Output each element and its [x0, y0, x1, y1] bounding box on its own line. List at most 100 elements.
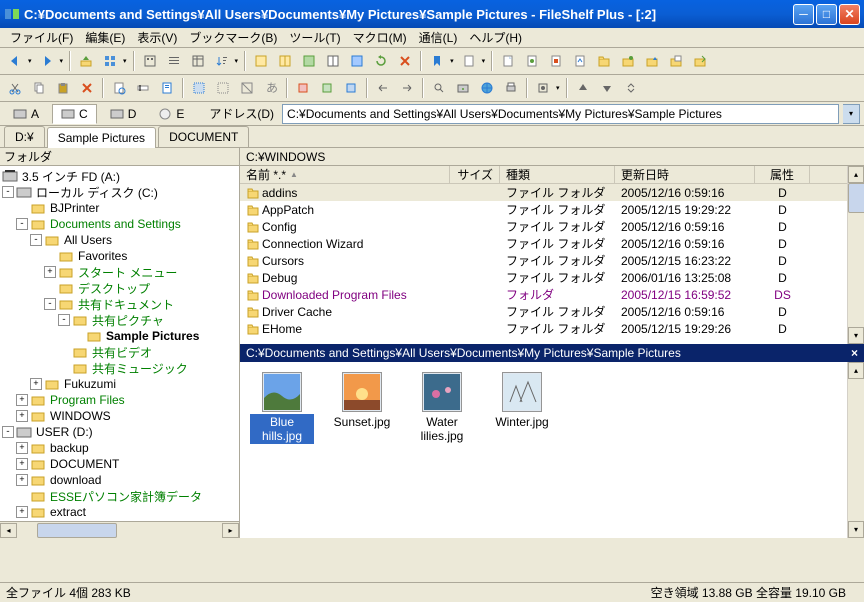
panel-2-button[interactable]: [274, 50, 296, 72]
scroll-right[interactable]: ▸: [222, 523, 239, 538]
folder-tree[interactable]: 3.5 インチ FD (A:) - ローカル ディスク (C:) BJPrinte…: [0, 166, 239, 521]
thumbnail-view[interactable]: Blue hills.jpg Sunset.jpg Water lilies.j…: [240, 362, 847, 538]
tree-toggle[interactable]: -: [44, 298, 56, 310]
select-all-button[interactable]: [188, 77, 210, 99]
network-button[interactable]: [476, 77, 498, 99]
thumb-winter[interactable]: Winter.jpg: [490, 372, 554, 430]
bookmark-dropdown[interactable]: ▾: [448, 57, 456, 65]
search-button[interactable]: [428, 77, 450, 99]
forward-dropdown[interactable]: ▾: [58, 57, 66, 65]
tree-sharedpics[interactable]: 共有ピクチャ: [90, 312, 166, 329]
list-row[interactable]: AppPatchファイル フォルダ2005/12/15 19:29:22D: [240, 201, 847, 218]
list-row[interactable]: Connection Wizardファイル フォルダ2005/12/16 0:5…: [240, 235, 847, 252]
tab-2[interactable]: Sample Pictures: [47, 127, 156, 148]
tree-toggle[interactable]: +: [16, 458, 28, 470]
filter-1-button[interactable]: [292, 77, 314, 99]
filter-2-button[interactable]: [316, 77, 338, 99]
tree-toggle[interactable]: -: [2, 186, 14, 198]
maximize-button[interactable]: □: [816, 4, 837, 25]
back-dropdown[interactable]: ▾: [26, 57, 34, 65]
back-button[interactable]: [4, 50, 26, 72]
select-ext-button[interactable]: あ: [260, 77, 282, 99]
menu-help[interactable]: ヘルプ(H): [463, 27, 528, 48]
folder-up-icon[interactable]: [641, 50, 663, 72]
tree-bjprinter[interactable]: BJPrinter: [48, 201, 101, 215]
bookmark-button[interactable]: [426, 50, 448, 72]
tree-toggle[interactable]: -: [58, 314, 70, 326]
view-icons-button[interactable]: [139, 50, 161, 72]
arrow-up-button[interactable]: [572, 77, 594, 99]
folder-open-icon[interactable]: [617, 50, 639, 72]
close-pane-icon[interactable]: ×: [851, 346, 858, 360]
tree-toggle[interactable]: +: [16, 506, 28, 518]
paste-button[interactable]: [52, 77, 74, 99]
tree-fd[interactable]: 3.5 インチ FD (A:): [20, 168, 122, 185]
tree-samplepics[interactable]: Sample Pictures: [104, 329, 201, 343]
tree-toggle[interactable]: -: [2, 426, 14, 438]
tree-toggle[interactable]: +: [30, 378, 42, 390]
tree-backup[interactable]: backup: [48, 441, 91, 455]
col-name[interactable]: 名前 *.*▲: [240, 166, 450, 183]
tree-shareddocs[interactable]: 共有ドキュメント: [76, 296, 176, 313]
tree-toggle[interactable]: +: [16, 474, 28, 486]
minimize-button[interactable]: ─: [793, 4, 814, 25]
drive-c-tab[interactable]: C: [52, 104, 97, 124]
thumb-bluehills[interactable]: Blue hills.jpg: [250, 372, 314, 444]
folder-move-icon[interactable]: [689, 50, 711, 72]
tree-desktop[interactable]: デスクトップ: [76, 280, 152, 297]
menu-file[interactable]: ファイル(F): [4, 27, 79, 48]
col-date[interactable]: 更新日時: [615, 166, 755, 183]
attr-button[interactable]: [156, 77, 178, 99]
doc-3-icon[interactable]: [545, 50, 567, 72]
scroll-down[interactable]: ▾: [848, 327, 864, 344]
tree-toggle[interactable]: +: [16, 442, 28, 454]
cut-button[interactable]: [4, 77, 26, 99]
menu-tool[interactable]: ツール(T): [283, 27, 346, 48]
panel-4-button[interactable]: [322, 50, 344, 72]
new-dropdown[interactable]: ▾: [480, 57, 488, 65]
tree-programfiles[interactable]: Program Files: [48, 393, 127, 407]
tree-toggle[interactable]: +: [16, 394, 28, 406]
menu-comm[interactable]: 通信(L): [413, 27, 464, 48]
doc-1-icon[interactable]: [497, 50, 519, 72]
menu-bookmark[interactable]: ブックマーク(B): [183, 27, 283, 48]
copy-button[interactable]: [28, 77, 50, 99]
tree-toggle[interactable]: +: [16, 410, 28, 422]
delete-button[interactable]: [76, 77, 98, 99]
address-dropdown[interactable]: ▾: [843, 104, 860, 124]
tree-windows[interactable]: WINDOWS: [48, 409, 113, 423]
forward-button[interactable]: [36, 50, 58, 72]
drive-d-tab[interactable]: D: [101, 104, 146, 124]
tree-sharedmusic[interactable]: 共有ミュージック: [90, 360, 190, 377]
prop-button[interactable]: [108, 77, 130, 99]
views-dropdown[interactable]: ▾: [121, 57, 129, 65]
tree-download[interactable]: download: [48, 473, 103, 487]
stop-button[interactable]: [394, 50, 416, 72]
disk-button[interactable]: [452, 77, 474, 99]
thumb-waterlilies[interactable]: Water lilies.jpg: [410, 372, 474, 444]
panel-5-button[interactable]: [346, 50, 368, 72]
new-button[interactable]: [458, 50, 480, 72]
view-details-button[interactable]: [187, 50, 209, 72]
tree-favorites[interactable]: Favorites: [76, 249, 129, 263]
tree-allusers[interactable]: All Users: [62, 233, 114, 247]
tree-toggle[interactable]: -: [30, 234, 42, 246]
thumb-sunset[interactable]: Sunset.jpg: [330, 372, 394, 430]
arrow-down-button[interactable]: [596, 77, 618, 99]
tree-extract[interactable]: extract: [48, 505, 88, 519]
tree-docset[interactable]: Documents and Settings: [48, 217, 183, 231]
list-row[interactable]: Configファイル フォルダ2005/12/16 0:59:16D: [240, 218, 847, 235]
menu-view[interactable]: 表示(V): [131, 27, 183, 48]
sort-dropdown[interactable]: ▾: [233, 57, 241, 65]
drive-e-tab[interactable]: E: [149, 104, 193, 124]
settings-dropdown[interactable]: ▾: [554, 84, 562, 92]
tab-3[interactable]: DOCUMENT: [158, 126, 249, 147]
sort-button[interactable]: [211, 50, 233, 72]
folder-copy-icon[interactable]: [665, 50, 687, 72]
tree-document[interactable]: DOCUMENT: [48, 457, 121, 471]
view-list-button[interactable]: [163, 50, 185, 72]
list-row[interactable]: addinsファイル フォルダ2005/12/16 0:59:16D: [240, 184, 847, 201]
scroll-up[interactable]: ▴: [848, 362, 864, 379]
tree-fukuzumi[interactable]: Fukuzumi: [62, 377, 118, 391]
tree-localC[interactable]: ローカル ディスク (C:): [34, 184, 160, 201]
